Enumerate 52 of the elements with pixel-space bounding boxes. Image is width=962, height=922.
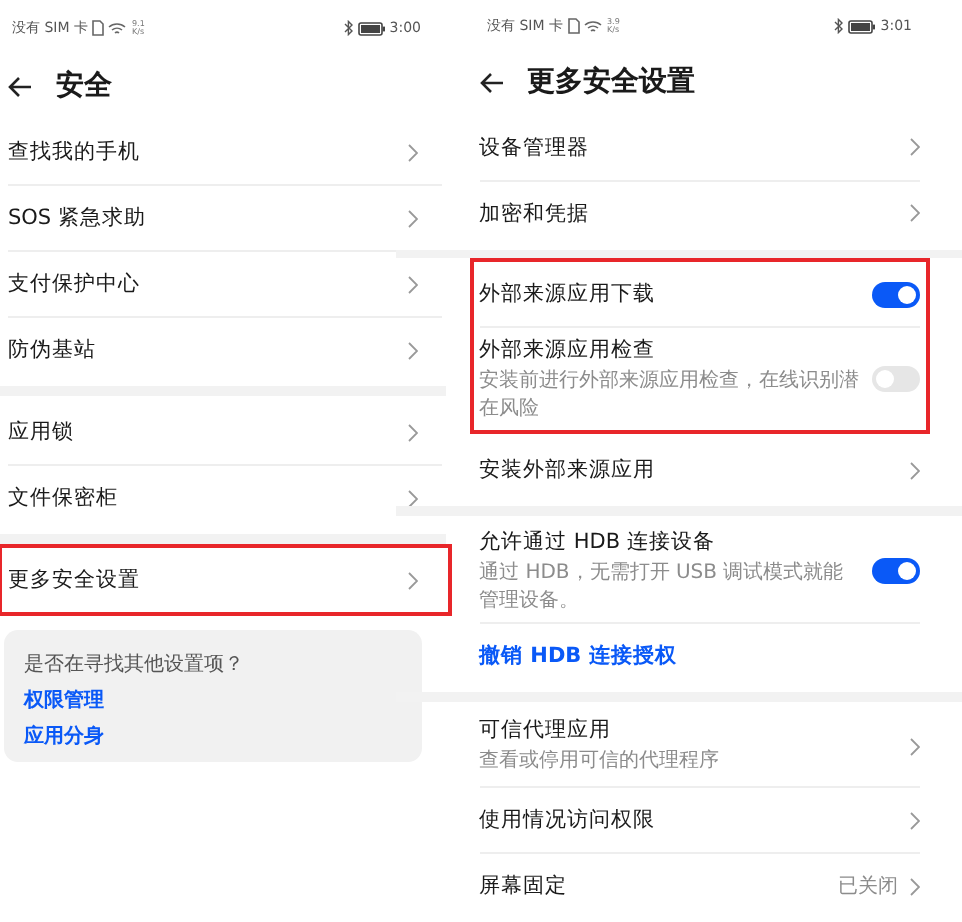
- chevron-icon[interactable]: [910, 737, 920, 755]
- setting-value: 已关闭: [838, 873, 898, 900]
- setting-label: 文件保密柜: [8, 484, 120, 512]
- setting-label: 外部来源应用检查: [479, 336, 658, 365]
- chevron-icon[interactable]: [407, 275, 418, 293]
- chevron-icon[interactable]: [407, 571, 418, 589]
- setting-description: 查看或停用可信的代理程序: [479, 748, 722, 776]
- wifi-icon: [583, 19, 602, 34]
- wifi-icon: [108, 21, 126, 35]
- page-title: 更多安全设置: [527, 64, 696, 101]
- setting-label: 屏幕固定: [479, 872, 570, 900]
- suggestion-question: 是否在寻找其他设置项？: [24, 651, 244, 678]
- chevron-icon[interactable]: [910, 877, 920, 895]
- setting-label: 加密和凭据: [479, 199, 592, 228]
- chevron-icon[interactable]: [407, 209, 418, 227]
- battery-icon: [848, 19, 877, 34]
- chevron-icon[interactable]: [407, 143, 418, 161]
- battery-icon: [357, 21, 386, 35]
- setting-description: 安装前进行外部来源应用检查，在线识别潜在风险: [479, 368, 860, 423]
- setting-label: 可信代理应用: [479, 716, 614, 745]
- chevron-icon[interactable]: [910, 811, 920, 829]
- setting-label: SOS 紧急求助: [8, 204, 148, 232]
- back-arrow-icon[interactable]: [479, 71, 504, 94]
- setting-label: 设备管理器: [479, 133, 592, 162]
- chevron-icon[interactable]: [910, 138, 920, 157]
- toggle-switch[interactable]: [872, 281, 920, 308]
- toggle-switch[interactable]: [872, 558, 920, 585]
- setting-label: 允许通过 HDB 连接设备: [479, 528, 717, 557]
- setting-label: 外部来源应用下载: [479, 280, 658, 309]
- chevron-icon[interactable]: [407, 489, 418, 507]
- sim-icon: [567, 18, 580, 35]
- revoke-link[interactable]: 撤销 HDB 连接授权: [479, 642, 920, 671]
- back-arrow-icon[interactable]: [8, 75, 32, 97]
- setting-label: 使用情况访问权限: [479, 806, 658, 834]
- setting-label: 支付保护中心: [8, 270, 142, 298]
- setting-label: 防伪基站: [8, 336, 98, 364]
- setting-label: 查找我的手机: [8, 138, 142, 166]
- setting-label: 安装外部来源应用: [479, 456, 658, 485]
- chevron-icon[interactable]: [910, 461, 920, 480]
- setting-description: 通过 HDB，无需打开 USB 调试模式就能管理设备。: [479, 560, 846, 615]
- chevron-icon[interactable]: [407, 341, 418, 359]
- suggestion-link[interactable]: 应用分身: [24, 722, 104, 750]
- setting-label: 更多安全设置: [8, 566, 142, 594]
- sim-icon: [92, 20, 104, 36]
- chevron-icon[interactable]: [407, 423, 418, 441]
- bluetooth-icon: [343, 20, 354, 36]
- chevron-icon[interactable]: [910, 204, 920, 223]
- toggle-switch[interactable]: [872, 366, 920, 393]
- suggestion-link[interactable]: 权限管理: [24, 686, 104, 714]
- bluetooth-icon: [834, 18, 845, 35]
- page-title: 安全: [56, 68, 112, 104]
- setting-label: 应用锁: [8, 418, 76, 446]
